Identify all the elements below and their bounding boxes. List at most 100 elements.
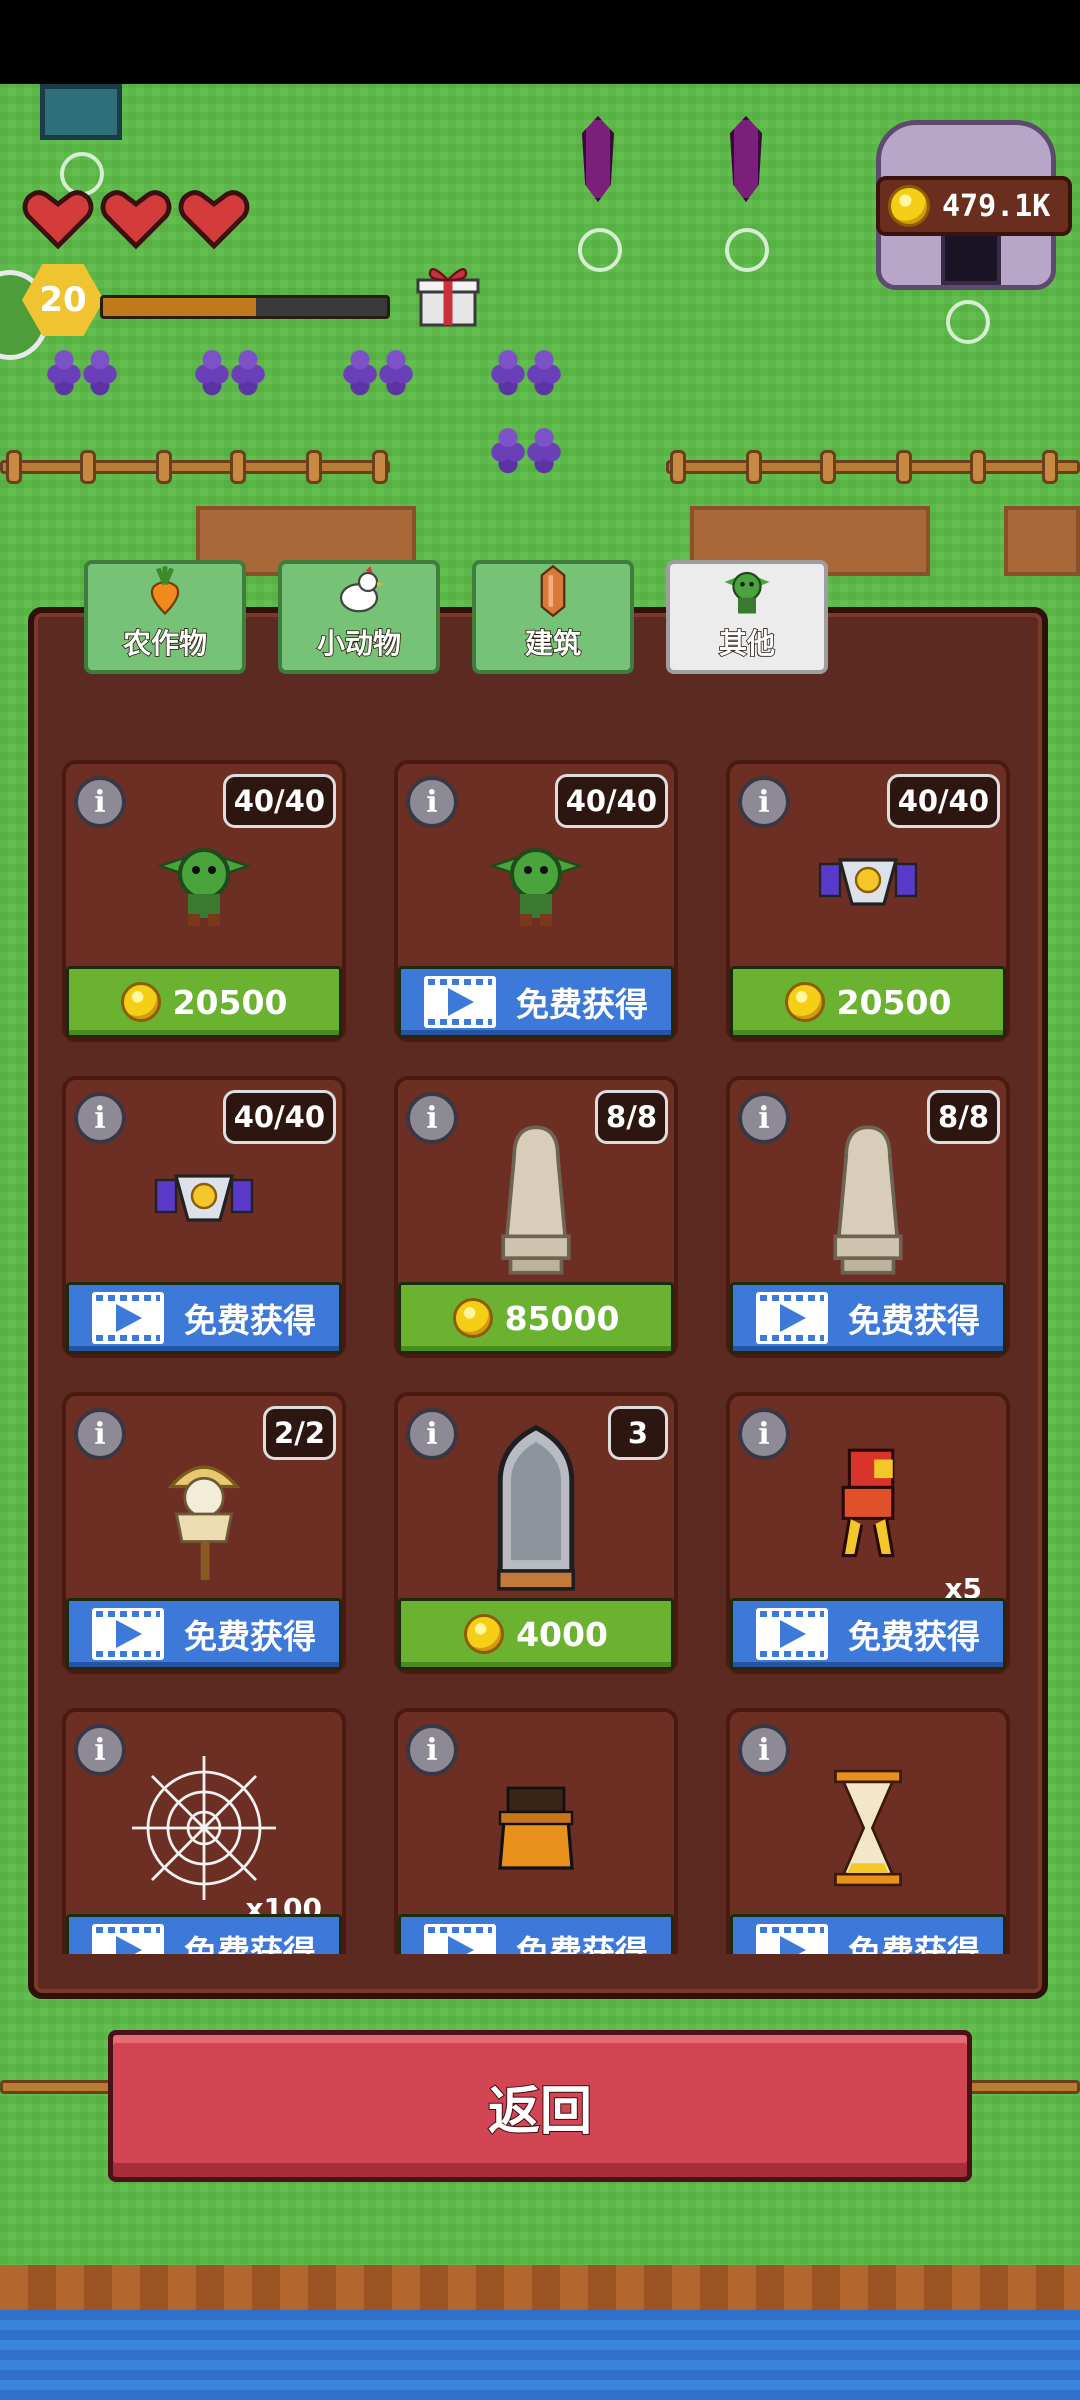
video-ad-icon <box>424 976 496 1028</box>
shop-item-card[interactable]: i 免费获得 <box>726 1708 1010 1954</box>
price-label: 20500 <box>172 982 288 1022</box>
shop-item-card[interactable]: i 40/40 免费获得 <box>62 1076 346 1358</box>
coin-icon <box>888 185 930 227</box>
tab-crops[interactable]: 农作物 <box>84 560 246 674</box>
xp-progress-bar <box>100 295 390 319</box>
shop-item-card[interactable]: i x100 免费获得 <box>62 1708 346 1954</box>
coin-amount: 479.1K <box>942 188 1051 224</box>
info-button[interactable]: i <box>406 1724 458 1776</box>
price-label: 85000 <box>504 1298 620 1338</box>
price-label: 免费获得 <box>184 1301 316 1340</box>
carrot-icon <box>150 566 180 616</box>
info-button[interactable]: i <box>74 1092 126 1144</box>
shop-item-card[interactable]: i x5 免费获得 <box>726 1392 1010 1674</box>
stock-count-badge: 8/8 <box>595 1090 668 1144</box>
coin-icon <box>784 982 825 1022</box>
video-ad-icon <box>92 1608 164 1660</box>
watch-ad-button[interactable]: 免费获得 <box>66 1598 342 1670</box>
info-button[interactable]: i <box>406 1408 458 1460</box>
placement-marker[interactable] <box>946 300 990 344</box>
stock-count-badge: 2/2 <box>263 1406 336 1460</box>
coin-counter: 479.1K <box>876 176 1072 236</box>
info-button[interactable]: i <box>738 1092 790 1144</box>
fence-post <box>6 450 22 484</box>
crop-field <box>1004 506 1080 576</box>
xp-progress-fill <box>103 298 257 316</box>
fence-post <box>670 450 686 484</box>
violet-plant <box>526 426 562 484</box>
fence-post <box>80 450 96 484</box>
shop-item-card[interactable]: i 2/2 免费获得 <box>62 1392 346 1674</box>
shop-item-card[interactable]: i 40/40 20500 <box>726 760 1010 1042</box>
watch-ad-button[interactable]: 免费获得 <box>398 1914 674 1954</box>
treasure-sack-icon <box>498 1786 574 1870</box>
violet-plant <box>490 426 526 484</box>
buy-with-coins-button[interactable]: 4000 <box>398 1598 674 1670</box>
price-label: 免费获得 <box>516 1933 648 1954</box>
video-ad-icon <box>756 1292 828 1344</box>
shop-item-card[interactable]: i 40/40 20500 <box>62 760 346 1042</box>
buy-with-coins-button[interactable]: 20500 <box>66 966 342 1038</box>
well[interactable] <box>40 84 122 140</box>
stock-count-badge: 40/40 <box>554 774 668 828</box>
shop-item-card[interactable]: i 40/40 免费获得 <box>394 760 678 1042</box>
red-robot-icon <box>841 1448 895 1558</box>
watch-ad-button[interactable]: 免费获得 <box>66 1282 342 1354</box>
lavender-plant <box>490 348 526 406</box>
price-label: 免费获得 <box>848 1933 980 1954</box>
buy-with-coins-button[interactable]: 85000 <box>398 1282 674 1354</box>
tab-others[interactable]: 其他 <box>666 560 828 674</box>
level-value: 20 <box>39 280 87 320</box>
chicken-icon <box>339 566 384 613</box>
gift-box-icon[interactable] <box>412 258 484 332</box>
price-label: 免费获得 <box>184 1933 316 1954</box>
watch-ad-button[interactable]: 免费获得 <box>730 1914 1006 1954</box>
stock-count-badge: 8/8 <box>927 1090 1000 1144</box>
gravestone-icon <box>496 1424 576 1591</box>
info-button[interactable]: i <box>738 1408 790 1460</box>
shop-item-card[interactable]: i 3 4000 <box>394 1392 678 1674</box>
shop-item-card[interactable]: i 免费获得 <box>394 1708 678 1954</box>
goblin-icon <box>488 848 584 926</box>
tab-label: 其他 <box>718 626 776 661</box>
coin-icon <box>120 982 161 1022</box>
lavender-plant <box>82 348 118 406</box>
spider-web-icon <box>132 1756 276 1900</box>
info-button[interactable]: i <box>738 776 790 828</box>
lavender-plant <box>46 348 82 406</box>
fence-post <box>372 450 388 484</box>
placement-marker[interactable] <box>578 228 622 272</box>
info-button[interactable]: i <box>738 1724 790 1776</box>
price-label: 4000 <box>516 1614 608 1654</box>
price-label: 免费获得 <box>848 1617 980 1656</box>
shop-item-card[interactable]: i 8/8 85000 <box>394 1076 678 1358</box>
info-button[interactable]: i <box>406 776 458 828</box>
fence-post <box>746 450 762 484</box>
hourglass-icon <box>834 1769 902 1887</box>
fence-post <box>896 450 912 484</box>
back-button[interactable]: 返回 <box>108 2030 972 2182</box>
stock-count-badge: 40/40 <box>222 774 336 828</box>
stock-count-badge: 40/40 <box>886 774 1000 828</box>
price-label: 免费获得 <box>184 1617 316 1656</box>
watch-ad-button[interactable]: 免费获得 <box>398 966 674 1038</box>
info-button[interactable]: i <box>74 1724 126 1776</box>
shop-item-card[interactable]: i 8/8 免费获得 <box>726 1076 1010 1358</box>
video-ad-icon <box>92 1292 164 1344</box>
fence-post <box>156 450 172 484</box>
info-button[interactable]: i <box>74 776 126 828</box>
tab-label: 农作物 <box>122 626 208 661</box>
robot-drone-icon <box>818 858 918 906</box>
river <box>0 2310 1080 2400</box>
tab-label: 建筑 <box>524 626 582 661</box>
info-button[interactable]: i <box>406 1092 458 1144</box>
watch-ad-button[interactable]: 免费获得 <box>730 1282 1006 1354</box>
goblin-icon <box>156 848 252 926</box>
watch-ad-button[interactable]: 免费获得 <box>730 1598 1006 1670</box>
info-button[interactable]: i <box>74 1408 126 1460</box>
tab-buildings[interactable]: 建筑 <box>472 560 634 674</box>
placement-marker[interactable] <box>725 228 769 272</box>
tab-animals[interactable]: 小动物 <box>278 560 440 674</box>
buy-with-coins-button[interactable]: 20500 <box>730 966 1006 1038</box>
watch-ad-button[interactable]: 免费获得 <box>66 1914 342 1954</box>
